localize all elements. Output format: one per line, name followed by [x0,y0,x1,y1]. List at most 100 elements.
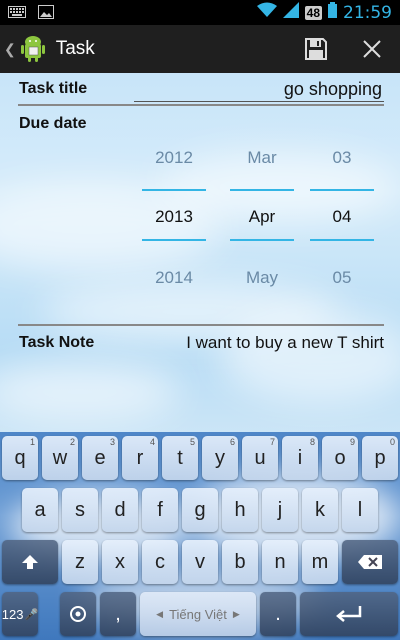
key-g[interactable]: g [182,488,218,532]
image-notification-icon [38,5,54,24]
day-next[interactable]: 05 [310,268,374,288]
backspace-icon [358,555,382,569]
shift-key[interactable] [2,540,58,584]
key-w[interactable]: w2 [42,436,78,480]
key-z[interactable]: z [62,540,98,584]
divider [18,324,384,326]
month-current[interactable]: Apr [230,207,294,227]
numbers-mode-key[interactable]: 123 🎤 [2,592,38,636]
key-hint: 7 [269,437,275,447]
due-date-label: Due date [19,115,87,132]
picker-divider [142,239,206,241]
key-x[interactable]: x [102,540,138,584]
task-note-input[interactable]: I want to buy a new T shirt [134,333,384,353]
key-c[interactable]: c [142,540,178,584]
key-label: y [215,446,225,469]
key-o[interactable]: o9 [322,436,358,480]
key-i[interactable]: i8 [282,436,318,480]
divider [18,104,384,106]
screen-title: Task [55,38,95,59]
key-h[interactable]: h [222,488,258,532]
key-hint: 9 [349,437,355,447]
key-label: a [34,498,46,521]
key-v[interactable]: v [182,540,218,584]
key-label: k [315,498,325,521]
key-hint: 5 [189,437,195,447]
key-hint: 6 [229,437,235,447]
key-q[interactable]: q1 [2,436,38,480]
key-label: p [374,446,386,469]
period-label: . [275,602,281,625]
save-button[interactable] [288,25,344,73]
year-current[interactable]: 2013 [142,207,206,227]
task-title-label: Task title [19,80,88,97]
comma-label: , [115,602,121,625]
key-b[interactable]: b [222,540,258,584]
key-label: j [277,498,283,521]
day-prev[interactable]: 03 [310,148,374,168]
key-y[interactable]: y6 [202,436,238,480]
key-label: w [52,446,68,469]
picker-divider [310,189,374,191]
key-label: c [155,550,165,573]
wifi-icon [256,2,277,23]
key-label: q [14,446,26,469]
key-hint: 8 [309,437,315,447]
year-next[interactable]: 2014 [142,268,206,288]
keyboard-notification-icon [8,5,26,24]
key-label: d [114,498,126,521]
task-note-label: Task Note [19,334,95,351]
key-label: n [274,550,286,573]
key-u[interactable]: u7 [242,436,278,480]
month-next[interactable]: May [230,268,294,288]
key-hint: 4 [149,437,155,447]
android-app-icon [20,36,45,62]
numbers-mode-label: 123 [1,606,24,622]
period-key[interactable]: . [260,592,296,636]
key-label: h [234,498,246,521]
comma-key[interactable]: , [100,592,136,636]
key-hint: 1 [29,437,35,447]
key-label: i [297,446,303,469]
key-r[interactable]: r4 [122,436,158,480]
key-label: e [94,446,106,469]
enter-icon [336,606,362,622]
key-a[interactable]: a [22,488,58,532]
settings-key[interactable] [60,592,96,636]
space-key[interactable]: ◀ Tiếng Việt ▶ [140,592,256,636]
year-prev[interactable]: 2012 [142,148,206,168]
key-m[interactable]: m [302,540,338,584]
key-f[interactable]: f [142,488,178,532]
key-s[interactable]: s [62,488,98,532]
key-label: b [234,550,246,573]
key-d[interactable]: d [102,488,138,532]
key-label: o [334,446,346,469]
key-label: t [177,446,183,469]
battery-level: 48 [304,5,322,20]
close-button[interactable] [344,25,400,73]
key-j[interactable]: j [262,488,298,532]
day-current[interactable]: 04 [310,207,374,227]
month-prev[interactable]: Mar [230,148,294,168]
status-bar: 48 21:59 [0,0,400,25]
key-e[interactable]: e3 [82,436,118,480]
chevron-right-icon: ▶ [232,608,240,619]
key-k[interactable]: k [302,488,338,532]
enter-key[interactable] [300,592,398,636]
key-label: u [254,446,266,469]
key-hint: 2 [69,437,75,447]
up-navigation[interactable]: ❮ [0,35,46,63]
chevron-left-icon: ❮ [4,40,16,57]
picker-divider [230,239,294,241]
backspace-key[interactable] [342,540,398,584]
key-p[interactable]: p0 [362,436,398,480]
key-hint: 3 [109,437,115,447]
picker-divider [142,189,206,191]
key-t[interactable]: t5 [162,436,198,480]
task-title-input[interactable]: go shopping [134,76,384,102]
shift-icon [22,555,38,569]
key-n[interactable]: n [262,540,298,584]
key-l[interactable]: l [342,488,378,532]
key-hint: 0 [389,437,395,447]
key-label: x [115,550,125,573]
